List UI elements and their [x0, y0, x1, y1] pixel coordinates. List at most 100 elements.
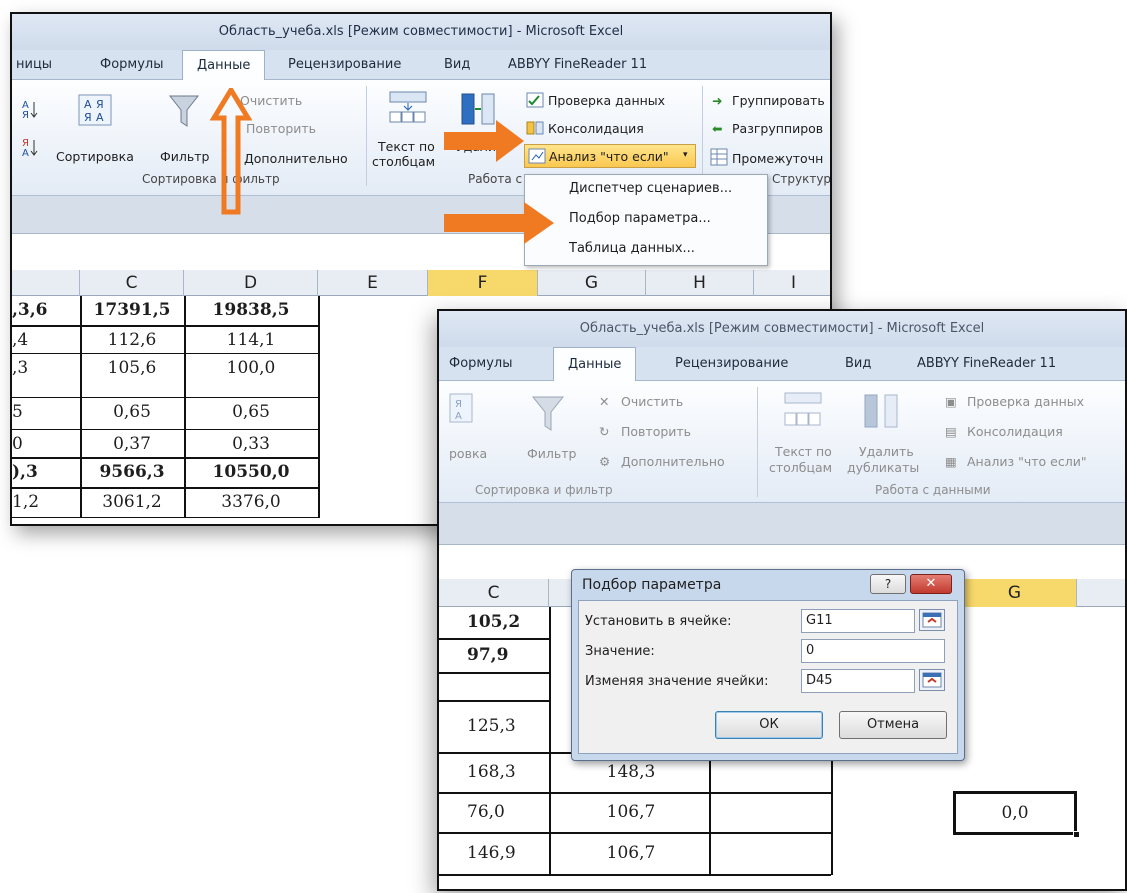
table-cell[interactable]: ,3,6 [12, 300, 80, 320]
consolidate-button[interactable]: Консолидация [548, 122, 644, 136]
table-cell[interactable]: 3061,2 [80, 492, 184, 512]
table-cell[interactable]: 9566,3 [80, 462, 184, 482]
tab-view[interactable]: Вид [444, 50, 470, 80]
col-header-c[interactable]: C [80, 270, 184, 296]
cancel-button[interactable]: Отмена [839, 711, 947, 739]
menu-goal-seek[interactable]: Подбор параметра... [569, 211, 711, 226]
sort-dialog-icon[interactable]: ЯА [449, 393, 473, 423]
set-cell-field[interactable]: G11 [801, 609, 915, 633]
tab-view[interactable]: Вид [845, 347, 871, 377]
table-cell[interactable]: ,4 [12, 330, 80, 350]
tab-formulas[interactable]: Формулы [100, 50, 163, 80]
text-to-columns-label-2[interactable]: столбцам [372, 155, 435, 169]
col-header-i[interactable]: I [754, 270, 830, 296]
table-cell[interactable]: 105,6 [80, 358, 184, 378]
tab-abbyy[interactable]: ABBYY FineReader 11 [917, 347, 1056, 377]
tab-pages[interactable]: ницы [16, 50, 52, 80]
table-cell[interactable]: 1,2 [12, 492, 80, 512]
ungroup-button[interactable]: Разгруппиров [732, 122, 823, 136]
table-cell[interactable]: 100,0 [184, 358, 318, 378]
table-cell[interactable]: 0,37 [80, 434, 184, 454]
consolidate-icon[interactable] [526, 120, 544, 136]
col-header-h[interactable]: H [646, 270, 754, 296]
table-cell[interactable]: 10550,0 [184, 462, 318, 482]
table-cell[interactable]: ),3 [12, 462, 80, 482]
table-cell[interactable]: 106,7 [551, 843, 711, 863]
table-cell[interactable]: 17391,5 [80, 300, 184, 320]
tab-data[interactable]: Данные [182, 50, 266, 80]
table-cell[interactable]: 114,1 [184, 330, 318, 350]
tab-data[interactable]: Данные [553, 347, 637, 381]
table-cell[interactable]: 106,7 [551, 802, 711, 822]
sort-za-icon[interactable]: ЯА [20, 136, 40, 159]
table-cell[interactable]: 0 [12, 434, 80, 454]
text-to-columns-label-2[interactable]: столбцам [769, 461, 832, 475]
col-header-c[interactable]: C [439, 579, 549, 607]
table-cell[interactable]: 0,65 [80, 402, 184, 422]
reapply-button[interactable]: Повторить [621, 425, 691, 439]
tab-abbyy[interactable]: ABBYY FineReader 11 [508, 50, 647, 80]
subtotal-button[interactable]: Промежуточн [732, 152, 823, 166]
table-cell[interactable]: 0,65 [184, 402, 318, 422]
table-cell[interactable]: ,3 [12, 358, 80, 378]
what-if-button[interactable]: Анализ "что если" ▾ [524, 144, 696, 168]
filter-button[interactable]: Фильтр [527, 447, 576, 461]
table-cell[interactable]: 97,9 [467, 645, 547, 665]
col-header-g[interactable]: G [953, 579, 1077, 607]
table-cell[interactable]: 3376,0 [184, 492, 318, 512]
collapse-dialog-icon-2[interactable] [919, 669, 945, 691]
col-header-b[interactable] [12, 270, 80, 296]
sort-button[interactable]: Сортировка [56, 150, 134, 164]
remove-duplicates-label-2[interactable]: дубликаты [847, 461, 919, 475]
sort-button[interactable]: ровка [449, 447, 487, 461]
text-to-columns-icon[interactable] [388, 90, 428, 124]
tab-formulas[interactable]: Формулы [449, 347, 512, 377]
tab-review[interactable]: Рецензирование [288, 50, 401, 80]
text-to-columns-label-1[interactable]: Текст по [775, 445, 832, 459]
text-to-columns-label-1[interactable]: Текст по [378, 140, 435, 154]
selected-cell-g11[interactable]: 0,0 [953, 791, 1080, 838]
value-field[interactable]: 0 [801, 639, 945, 663]
table-cell[interactable]: 19838,5 [184, 300, 318, 320]
data-validation-button[interactable]: Проверка данных [967, 395, 1084, 409]
help-button[interactable]: ? [870, 574, 906, 594]
filter-button[interactable]: Фильтр [160, 150, 209, 164]
text-to-columns-icon[interactable] [783, 391, 823, 427]
clear-button[interactable]: Очистить [621, 395, 683, 409]
table-cell[interactable]: 148,3 [551, 762, 711, 782]
consolidate-button[interactable]: Консолидация [967, 425, 1063, 439]
fill-handle[interactable] [1073, 831, 1080, 838]
col-header-g[interactable]: G [538, 270, 646, 296]
col-header-h[interactable] [1077, 579, 1125, 607]
subtotal-icon[interactable] [710, 148, 728, 166]
remove-duplicates-icon[interactable] [863, 393, 899, 429]
menu-scenario-manager[interactable]: Диспетчер сценариев... [569, 181, 732, 196]
sort-dialog-icon[interactable]: АЯЯА [78, 94, 112, 126]
close-button[interactable]: ✕ [910, 574, 952, 594]
group-button[interactable]: Группировать [732, 94, 825, 108]
remove-duplicates-label-1[interactable]: Удалить [859, 445, 914, 459]
ok-button[interactable]: ОК [715, 711, 823, 739]
changing-cell-field[interactable]: D45 [801, 669, 915, 693]
collapse-dialog-icon[interactable] [919, 609, 945, 631]
table-cell[interactable]: 105,2 [467, 612, 547, 632]
table-cell[interactable]: 146,9 [467, 843, 547, 863]
table-cell[interactable]: 76,0 [467, 802, 547, 822]
tab-review[interactable]: Рецензирование [675, 347, 788, 377]
col-header-d[interactable]: D [184, 270, 318, 296]
data-validation-icon[interactable] [526, 92, 544, 108]
advanced-button[interactable]: Дополнительно [621, 455, 725, 469]
menu-data-table[interactable]: Таблица данных... [569, 241, 695, 256]
advanced-button[interactable]: Дополнительно [244, 152, 348, 166]
filter-icon[interactable] [531, 395, 565, 433]
filter-icon[interactable] [168, 94, 200, 130]
table-cell[interactable]: 112,6 [80, 330, 184, 350]
col-header-e[interactable]: E [318, 270, 428, 296]
col-header-f[interactable]: F [428, 270, 538, 296]
what-if-button[interactable]: Анализ "что если" [967, 455, 1087, 469]
sort-az-icon[interactable]: АЯ [20, 98, 40, 121]
reapply-button[interactable]: Повторить [246, 122, 316, 136]
table-cell[interactable]: 168,3 [467, 762, 547, 782]
table-cell[interactable]: 125,3 [467, 716, 547, 736]
table-cell[interactable]: 5 [12, 402, 80, 422]
